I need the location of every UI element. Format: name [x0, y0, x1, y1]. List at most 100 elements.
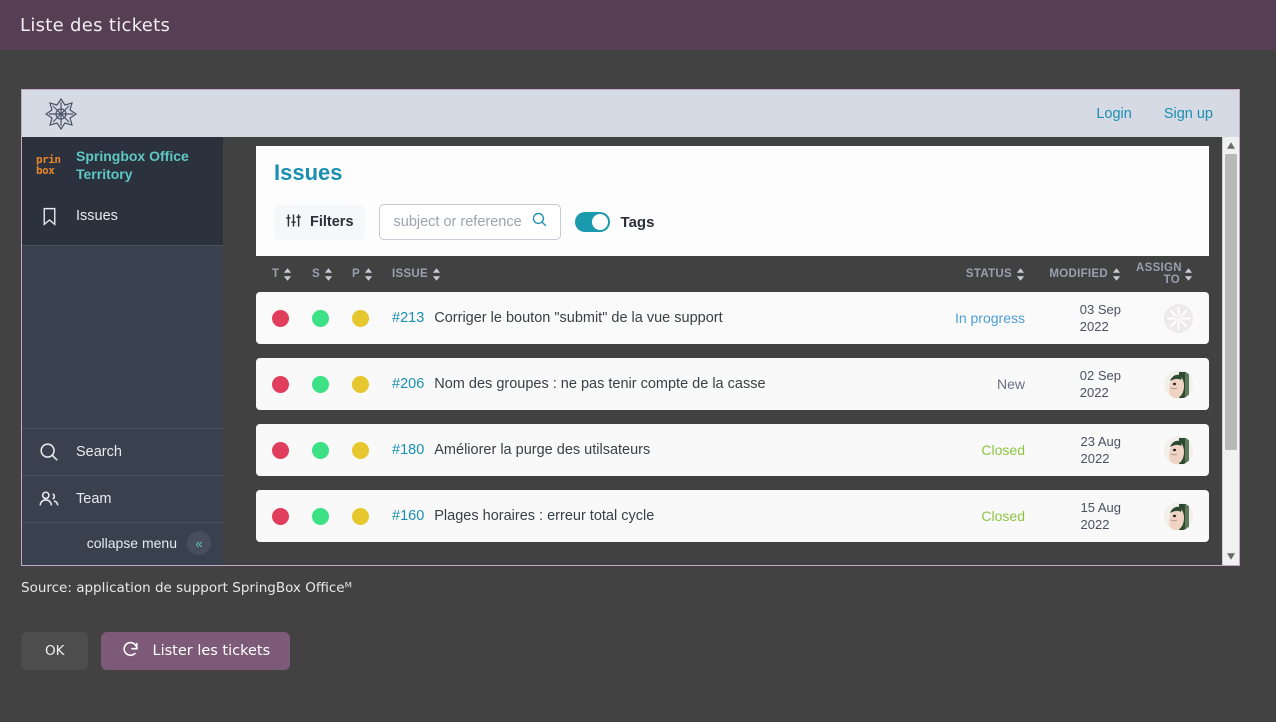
tags-toggle-knob	[591, 214, 608, 230]
signup-link[interactable]: Sign up	[1164, 106, 1213, 122]
table-header-row: T S P ISSUE STATUS MODIFIED ASSIGN TO	[256, 256, 1209, 292]
filters-button[interactable]: Filters	[274, 204, 365, 240]
search-input[interactable]	[391, 213, 523, 231]
scrollbar-track[interactable]	[1223, 154, 1239, 548]
list-tickets-button[interactable]: Lister les tickets	[101, 632, 291, 670]
column-header-severity-label: S	[312, 268, 320, 280]
priority-indicator[interactable]	[352, 375, 392, 393]
column-header-assign-to[interactable]: ASSIGN TO	[1121, 262, 1193, 286]
issue-reference[interactable]: #160	[392, 508, 424, 524]
team-icon	[36, 486, 62, 512]
assignee-cell[interactable]	[1121, 369, 1193, 399]
type-dot	[272, 309, 289, 327]
severity-indicator[interactable]	[312, 375, 352, 393]
collapse-menu-label: collapse menu	[86, 535, 177, 551]
modified-date: 15 Aug 2022	[1080, 500, 1122, 532]
sort-icon	[1184, 267, 1193, 281]
type-indicator[interactable]	[272, 507, 312, 525]
scroll-down-button[interactable]	[1223, 548, 1239, 565]
severity-indicator[interactable]	[312, 441, 352, 459]
type-dot	[272, 507, 289, 525]
avatar[interactable]	[1164, 501, 1193, 531]
sidebar-item-team-label: Team	[76, 491, 112, 507]
priority-indicator[interactable]	[352, 441, 392, 459]
table-row[interactable]: #213 Corriger le bouton "submit" de la vu…	[256, 292, 1209, 344]
dialog-header: Liste des tickets	[0, 0, 1276, 50]
tags-toggle-label: Tags	[620, 213, 655, 231]
sidebar-item-issues-label: Issues	[76, 208, 118, 224]
list-tickets-button-label: Lister les tickets	[152, 643, 271, 659]
search-icon[interactable]	[531, 211, 548, 233]
search-box[interactable]	[378, 204, 561, 240]
issues-toolbar: Filters subject or reference Tags	[274, 204, 1191, 240]
collapse-menu-button[interactable]: collapse menu «	[22, 523, 223, 565]
sidebar: prin box Springbox Office Territory Issue…	[22, 137, 223, 565]
column-header-priority[interactable]: P	[352, 267, 392, 281]
priority-dot	[352, 507, 369, 525]
content-area: Issues Filters subject or reference Tags…	[223, 137, 1239, 565]
issue-title: Nom des groupes : ne pas tenir compte de…	[434, 376, 766, 392]
issue-reference[interactable]: #180	[392, 442, 424, 458]
assignee-cell[interactable]	[1121, 303, 1193, 333]
column-header-issue-label: ISSUE	[392, 268, 429, 280]
column-header-status-label: STATUS	[965, 268, 1012, 280]
severity-indicator[interactable]	[312, 507, 352, 525]
column-header-type[interactable]: T	[272, 267, 312, 281]
column-header-modified[interactable]: MODIFIED	[1025, 267, 1121, 281]
tags-toggle[interactable]: Tags	[574, 212, 655, 232]
status-badge: In progress	[954, 310, 1025, 326]
assignee-cell[interactable]	[1121, 501, 1193, 531]
issue-cell[interactable]: #160 Plages horaires : erreur total cycle	[392, 508, 925, 524]
sidebar-bottom-section: Search Team collapse menu «	[22, 428, 223, 565]
table-row[interactable]: #160 Plages horaires : erreur total cycle…	[256, 490, 1209, 542]
issue-cell[interactable]: #180 Améliorer la purge des utilsateurs	[392, 442, 925, 458]
modified-date: 23 Aug 2022	[1080, 434, 1122, 466]
tags-toggle-switch[interactable]	[574, 212, 610, 232]
scrollbar-thumb[interactable]	[1225, 154, 1237, 450]
sort-icon	[432, 267, 441, 281]
sidebar-org[interactable]: prin box Springbox Office Territory	[22, 137, 223, 193]
sidebar-item-issues[interactable]: Issues	[22, 193, 223, 239]
sidebar-item-search[interactable]: Search	[22, 429, 223, 476]
avatar[interactable]	[1164, 369, 1193, 399]
type-indicator[interactable]	[272, 441, 312, 459]
ok-button[interactable]: OK	[21, 632, 89, 670]
app-topbar: Login Sign up	[22, 90, 1239, 137]
sidebar-spacer	[22, 245, 223, 428]
scroll-up-button[interactable]	[1223, 137, 1239, 154]
sort-icon	[283, 267, 292, 281]
priority-dot	[352, 441, 369, 459]
sidebar-item-team[interactable]: Team	[22, 476, 223, 523]
issue-cell[interactable]: #206 Nom des groupes : ne pas tenir compt…	[392, 376, 925, 392]
assignee-cell[interactable]	[1121, 435, 1193, 465]
column-header-severity[interactable]: S	[312, 267, 352, 281]
column-header-issue[interactable]: ISSUE	[392, 267, 925, 281]
severity-indicator[interactable]	[312, 309, 352, 327]
avatar[interactable]	[1164, 435, 1193, 465]
login-link[interactable]: Login	[1096, 106, 1131, 122]
type-indicator[interactable]	[272, 309, 312, 327]
table-rows-container: #213 Corriger le bouton "submit" de la vu…	[256, 292, 1209, 542]
issue-cell[interactable]: #213 Corriger le bouton "submit" de la vu…	[392, 310, 925, 326]
priority-indicator[interactable]	[352, 309, 392, 327]
issue-title: Corriger le bouton "submit" de la vue su…	[434, 310, 723, 326]
priority-dot	[352, 309, 369, 327]
type-indicator[interactable]	[272, 375, 312, 393]
column-header-assign-to-label: ASSIGN TO	[1136, 262, 1182, 286]
filters-button-label: Filters	[310, 214, 354, 230]
table-row[interactable]: #206 Nom des groupes : ne pas tenir compt…	[256, 358, 1209, 410]
vertical-scrollbar[interactable]	[1222, 137, 1239, 565]
sort-icon	[324, 267, 333, 281]
app-inner: Login Sign up prin box Springbox Office T…	[22, 90, 1239, 565]
column-header-priority-label: P	[352, 268, 360, 280]
status-cell: Closed	[925, 508, 1025, 524]
priority-indicator[interactable]	[352, 507, 392, 525]
column-header-modified-label: MODIFIED	[1049, 268, 1108, 280]
column-header-status[interactable]: STATUS	[925, 267, 1025, 281]
table-row[interactable]: #180 Améliorer la purge des utilsateurs Cl…	[256, 424, 1209, 476]
app-body: prin box Springbox Office Territory Issue…	[22, 137, 1239, 565]
issue-reference[interactable]: #213	[392, 310, 424, 326]
avatar[interactable]	[1164, 303, 1193, 333]
issues-panel-header: Issues Filters subject or reference Tags	[256, 146, 1209, 256]
issue-reference[interactable]: #206	[392, 376, 424, 392]
